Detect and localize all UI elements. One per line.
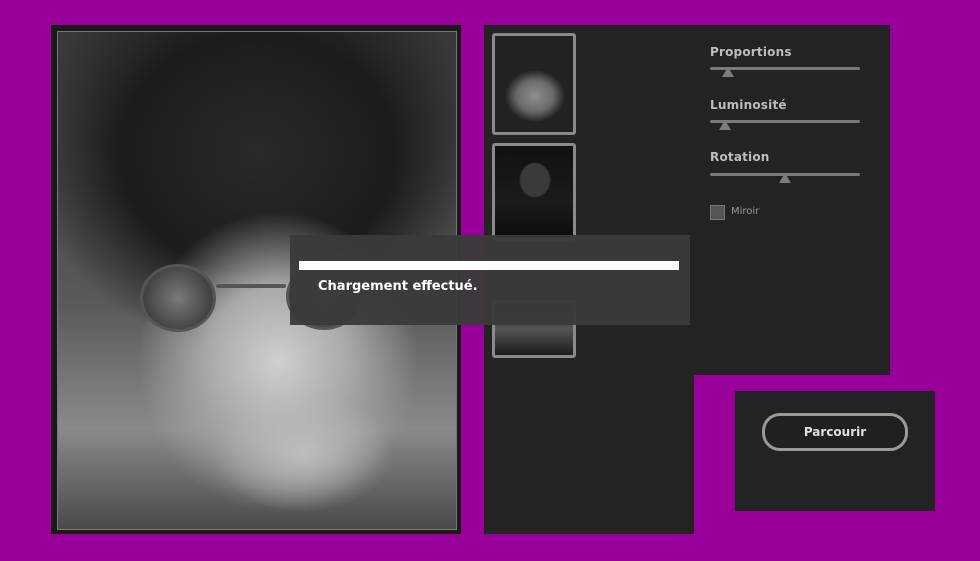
proportions-label: Proportions [710, 45, 792, 59]
rotation-label: Rotation [710, 150, 770, 164]
dialog-message: Chargement effectué. [318, 279, 478, 294]
mirror-label: Miroir [731, 206, 760, 217]
luminosity-slider-thumb[interactable] [719, 120, 731, 130]
thumbnail-panel-extension [484, 375, 694, 534]
browse-button[interactable]: Parcourir [762, 413, 908, 451]
browse-panel [735, 391, 935, 511]
rotation-slider-thumb[interactable] [779, 173, 791, 183]
thumbnail-face[interactable] [492, 33, 576, 135]
progress-bar [299, 261, 679, 270]
glasses-left-lens [140, 264, 216, 332]
proportions-slider-thumb[interactable] [722, 67, 734, 77]
loading-dialog: Chargement effectué. [290, 235, 690, 325]
thumbnail-suit[interactable] [492, 143, 576, 241]
mirror-checkbox[interactable] [710, 205, 725, 220]
progress-bar-fill [299, 261, 679, 270]
glasses-bridge [216, 284, 286, 288]
luminosity-label: Luminosité [710, 98, 787, 112]
luminosity-slider-track[interactable] [710, 120, 860, 123]
